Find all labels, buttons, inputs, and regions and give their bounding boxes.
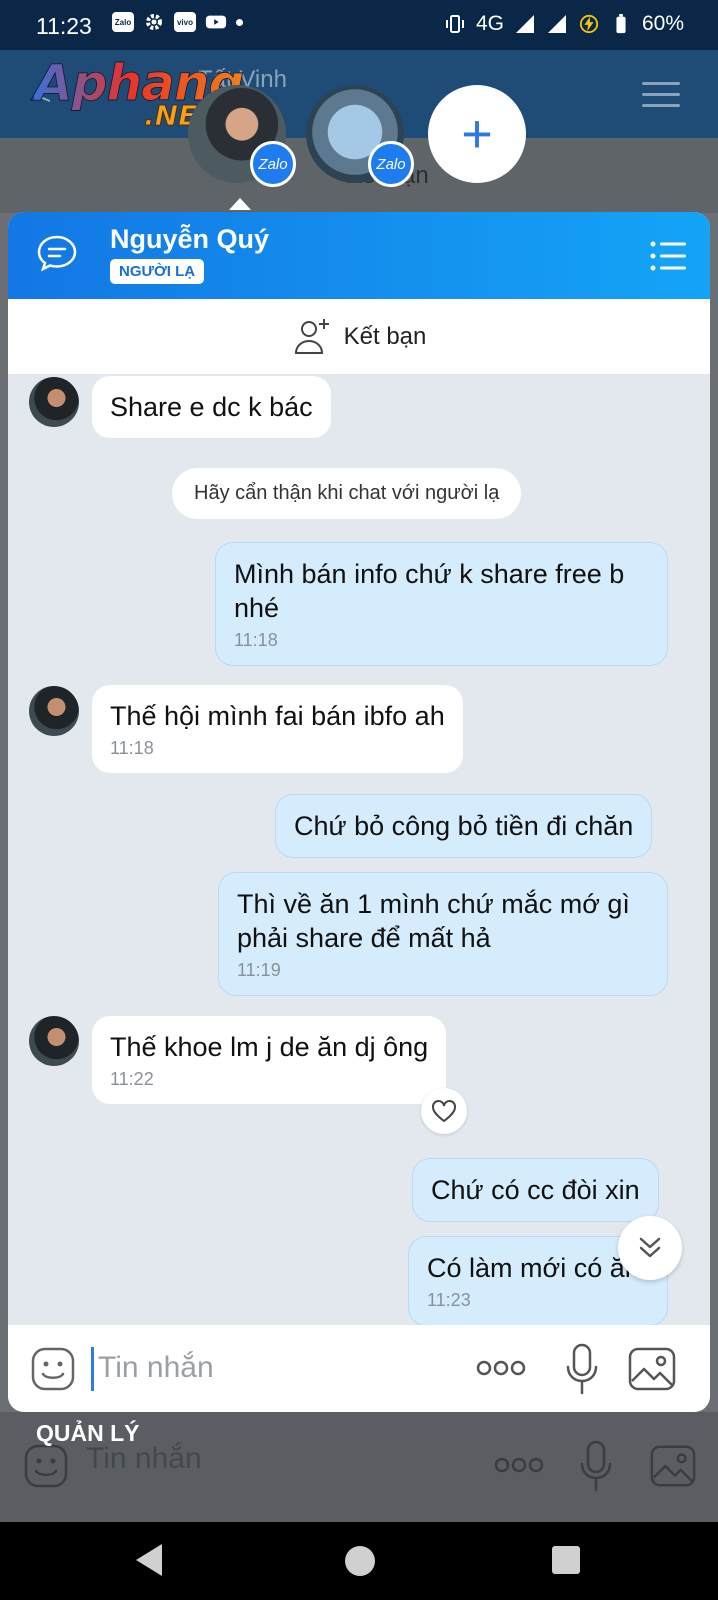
contact-avatar[interactable] [29, 686, 79, 736]
popup-header: Nguyễn Quý NGƯỜI LẠ [8, 212, 710, 299]
message-bubble-incoming[interactable]: Thế khoe lm j de ăn dj ông 11:22 [92, 1016, 447, 1104]
background-emoji-icon [24, 1444, 68, 1488]
power-saving-icon [579, 14, 599, 34]
chat-bubble-icon[interactable] [36, 234, 78, 272]
message-text: Share e dc k bác [110, 392, 313, 422]
vivo-notification-icon: vivo [174, 12, 196, 32]
chevron-double-down-icon [639, 1237, 661, 1258]
scroll-to-bottom-button[interactable] [618, 1216, 682, 1280]
react-heart-button[interactable] [421, 1088, 467, 1134]
stranger-tag: NGƯỜI LẠ [110, 259, 205, 284]
message-time: 11:23 [427, 1290, 471, 1310]
message-text: Mình bán info chứ k share free b nhé [234, 559, 625, 623]
message-bubble-outgoing[interactable]: Mình bán info chứ k share free b nhé 11:… [215, 542, 668, 666]
message-text: Có làm mới có ăn [427, 1253, 640, 1283]
youtube-icon [205, 15, 227, 29]
message-text: Chứ có cc đòi xin [431, 1175, 640, 1205]
background-more-dots-icon [494, 1457, 544, 1473]
nav-back-button[interactable] [136, 1544, 162, 1576]
zalo-badge: Zalo [250, 141, 296, 187]
chat-popup: Nguyễn Quý NGƯỜI LẠ Kết bạn Share e dc k… [8, 212, 710, 1412]
message-input[interactable] [98, 1345, 458, 1391]
menu-list-icon[interactable] [650, 240, 686, 272]
more-dots-icon[interactable] [476, 1355, 526, 1381]
signal-icon-2 [547, 15, 566, 33]
nav-home-button[interactable] [345, 1546, 375, 1576]
add-friend-button[interactable]: Kết bạn [8, 299, 710, 374]
message-text: Thì về ăn 1 mình chứ mắc mớ gì phải shar… [237, 889, 630, 953]
status-indicators: 4G 60% [444, 12, 684, 36]
battery-percentage: 60% [641, 12, 684, 35]
contact-avatar[interactable] [29, 377, 79, 427]
settings-gear-icon [146, 14, 162, 30]
message-time: 11:18 [110, 738, 154, 758]
message-bubble-outgoing[interactable]: Chứ có cc đòi xin [412, 1158, 659, 1222]
add-chat-head-button[interactable]: + [428, 85, 526, 183]
microphone-icon[interactable] [564, 1343, 600, 1395]
system-notice: Hãy cẩn thận khi chat với người lạ [172, 468, 522, 519]
message-time: 11:19 [237, 960, 281, 980]
nav-recents-button[interactable] [552, 1546, 580, 1574]
status-bar: 11:23 Zalo vivo 4G 60% [0, 0, 718, 50]
contact-avatar[interactable] [29, 1016, 79, 1066]
message-bubble-incoming[interactable]: Share e dc k bác [92, 376, 331, 438]
popup-pointer [229, 198, 251, 210]
zalo-notification-icon: Zalo [112, 12, 134, 32]
add-friend-icon [294, 318, 329, 354]
message-text: Chứ bỏ công bỏ tiền đi chăn [294, 811, 634, 841]
message-bubble-outgoing[interactable]: Chứ bỏ công bỏ tiền đi chăn [275, 794, 653, 858]
message-input-bar [8, 1325, 710, 1412]
message-time: 11:22 [110, 1069, 154, 1089]
manage-label: QUẢN LÝ [36, 1420, 140, 1446]
background-microphone-icon [580, 1440, 612, 1492]
battery-icon [616, 14, 626, 34]
background-input-placeholder: Tin nhắn [86, 1442, 202, 1475]
message-text: Thế khoe lm j de ăn dj ông [110, 1032, 429, 1062]
network-type: 4G [475, 12, 504, 35]
message-text: Thế hội mình fai bán ibfo ah [110, 701, 445, 731]
text-caret [91, 1347, 94, 1391]
heart-icon [432, 1100, 456, 1123]
add-friend-label: Kết bạn [343, 322, 427, 350]
image-gallery-icon[interactable] [628, 1347, 676, 1391]
system-navigation-bar [0, 1522, 718, 1600]
message-bubble-incoming[interactable]: Thế hội mình fai bán ibfo ah 11:18 [92, 685, 463, 773]
background-input-bar: Tin nhắn QUẢN LÝ [0, 1412, 718, 1522]
zalo-badge-2: Zalo [368, 141, 414, 187]
vibrate-icon [445, 15, 464, 33]
more-notifications-dot [236, 18, 243, 26]
emoji-icon[interactable] [31, 1347, 75, 1391]
message-list[interactable]: Share e dc k bác Hãy cẩn thận khi chat v… [8, 374, 710, 1332]
notification-icons: Zalo vivo [112, 12, 243, 32]
signal-icon [515, 15, 534, 33]
contact-name[interactable]: Nguyễn Quý [110, 224, 269, 255]
background-gallery-icon [650, 1445, 696, 1487]
background-menu-icon [642, 82, 680, 108]
status-time: 11:23 [36, 13, 92, 39]
message-bubble-outgoing[interactable]: Thì về ăn 1 mình chứ mắc mớ gì phải shar… [218, 872, 668, 996]
message-time: 11:18 [234, 630, 278, 650]
